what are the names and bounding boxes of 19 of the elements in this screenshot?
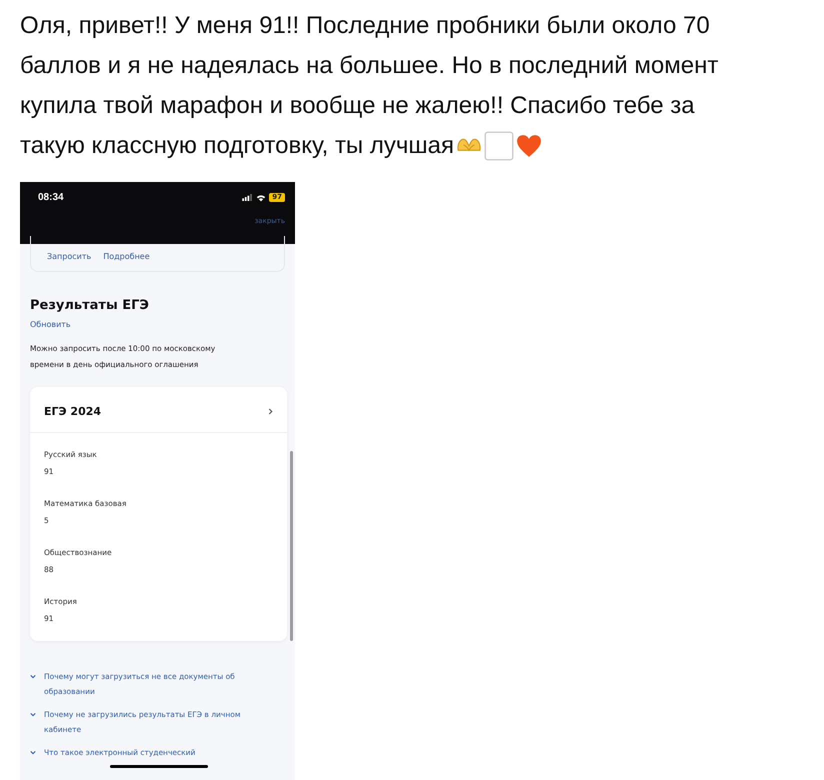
wifi-icon (256, 194, 266, 202)
refresh-link[interactable]: Обновить (30, 320, 71, 329)
heart-icon (516, 134, 542, 158)
message-text: Оля, привет!! У меня 91!! Последние пробники были около 70 (20, 11, 710, 41)
section-title: Результаты ЕГЭ (30, 298, 150, 313)
chevron-down-icon (30, 712, 36, 717)
chevron-down-icon (30, 674, 36, 679)
action-link[interactable]: Подробнее (103, 252, 150, 261)
message-text: баллов и я не надеялась на большее. Но в последний момент (20, 51, 718, 81)
exam-card-header[interactable]: ЕГЭ 2024 (30, 387, 287, 433)
message-text: такую классную подготовку, ты лучшая (20, 131, 454, 161)
signal-icon (242, 194, 254, 201)
action-link[interactable]: Запросить (47, 252, 92, 261)
message-text: купила твой марафон и вообще не жалею!! Спасибо тебе за (20, 91, 695, 121)
scrollbar[interactable] (290, 451, 293, 641)
clock-time: 08:34 (38, 192, 64, 203)
chevron-down-icon (30, 750, 36, 755)
chevron-right-icon (268, 408, 273, 415)
blank-square-icon (484, 131, 514, 161)
